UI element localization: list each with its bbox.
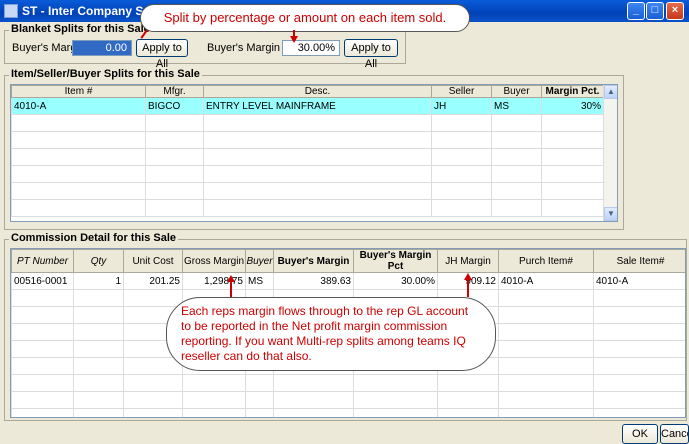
- col-margin-pct[interactable]: Margin Pct.: [541, 85, 604, 98]
- table-row[interactable]: 4010-A BIGCO ENTRY LEVEL MAINFRAME JH MS…: [11, 97, 604, 115]
- col-buyers-margin-pct[interactable]: Buyer's Margin Pct: [353, 249, 438, 273]
- table-row[interactable]: 00516-0001 1 201.25 1,298.75 MS 389.63 3…: [11, 272, 685, 290]
- item-splits-title: Item/Seller/Buyer Splits for this Sale: [9, 68, 202, 80]
- col-mfgr[interactable]: Mfgr.: [145, 85, 204, 98]
- table-row[interactable]: [11, 408, 685, 417]
- close-button[interactable]: ×: [666, 2, 684, 20]
- table-row[interactable]: [11, 199, 604, 217]
- apply-to-all-pct-button[interactable]: Apply to All: [344, 39, 398, 70]
- buyers-margin-input[interactable]: 0.00: [72, 40, 132, 56]
- commission-title: Commission Detail for this Sale: [9, 232, 179, 244]
- col-purch-item[interactable]: Purch Item#: [498, 249, 594, 273]
- col-buyers-margin[interactable]: Buyer's Margin: [273, 249, 354, 273]
- top-callout: Split by percentage or amount on each it…: [140, 4, 470, 32]
- arrow-down-icon: [290, 36, 298, 43]
- app-icon: [4, 4, 18, 18]
- item-splits-scrollbar[interactable]: ▲ ▼: [603, 85, 617, 221]
- blanket-splits-title: Blanket Splits for this Sale: [9, 23, 152, 35]
- col-pt-number[interactable]: PT Number: [11, 249, 74, 273]
- col-sale-item[interactable]: Sale Item#: [593, 249, 685, 273]
- middle-callout: Each reps margin flows through to the re…: [166, 297, 496, 371]
- gross-margin-arrow: [230, 281, 232, 297]
- minimize-button[interactable]: _: [627, 2, 645, 20]
- col-buyer[interactable]: Buyer: [245, 249, 274, 273]
- maximize-button[interactable]: □: [646, 2, 664, 20]
- scroll-down-icon[interactable]: ▼: [604, 207, 617, 221]
- col-gross-margin[interactable]: Gross Margin: [182, 249, 246, 273]
- table-row[interactable]: [11, 391, 685, 409]
- col-unit-cost[interactable]: Unit Cost: [123, 249, 183, 273]
- cancel-button[interactable]: Cance: [660, 424, 689, 444]
- col-jh-margin[interactable]: JH Margin: [437, 249, 499, 273]
- col-qty[interactable]: Qty: [73, 249, 124, 273]
- item-splits-table: Item # Mfgr. Desc. Seller Buyer Margin P…: [11, 85, 604, 217]
- table-row[interactable]: [11, 374, 685, 392]
- col-item[interactable]: Item #: [11, 85, 146, 98]
- col-seller[interactable]: Seller: [431, 85, 492, 98]
- col-desc[interactable]: Desc.: [203, 85, 432, 98]
- col-buyer[interactable]: Buyer: [491, 85, 542, 98]
- table-row[interactable]: [11, 165, 604, 183]
- table-row[interactable]: [11, 114, 604, 132]
- table-row[interactable]: [11, 131, 604, 149]
- ok-button[interactable]: OK: [622, 424, 658, 444]
- scroll-up-icon[interactable]: ▲: [604, 85, 617, 99]
- table-row[interactable]: [11, 182, 604, 200]
- jh-margin-arrow: [467, 279, 469, 297]
- item-splits-grid: Item # Mfgr. Desc. Seller Buyer Margin P…: [10, 84, 618, 222]
- apply-to-all-button[interactable]: Apply to All: [136, 39, 188, 70]
- table-row[interactable]: [11, 148, 604, 166]
